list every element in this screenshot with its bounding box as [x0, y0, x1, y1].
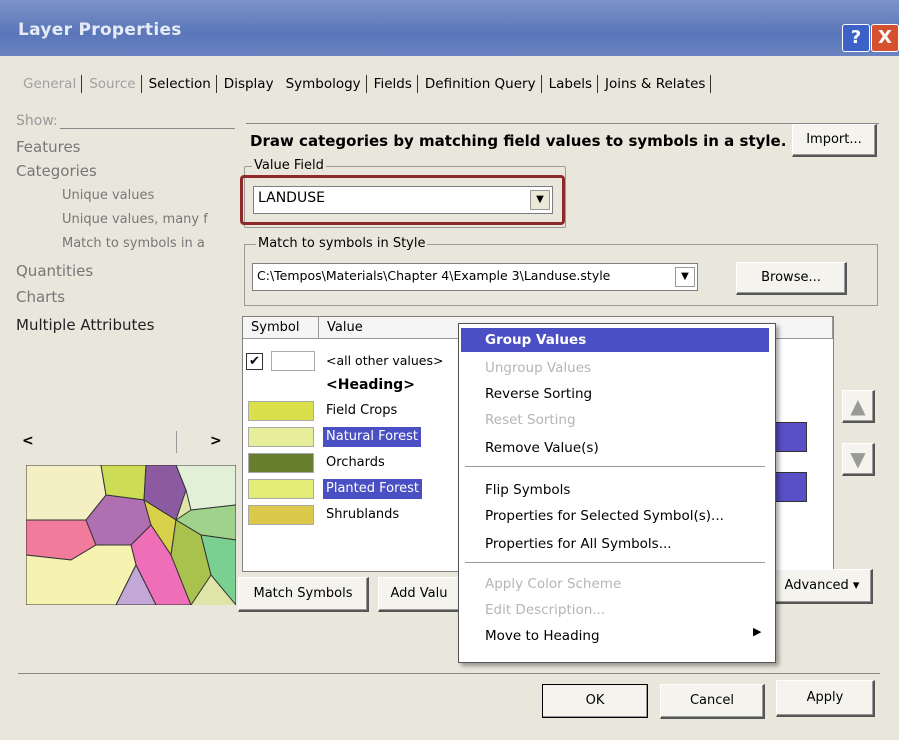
tab-display[interactable]: Display — [219, 75, 279, 93]
scroll-right-icon[interactable]: > — [210, 433, 222, 449]
menu-separator — [465, 466, 765, 467]
style-path-dropdown[interactable]: C:\Tempos\Materials\Chapter 4\Example 3\… — [252, 263, 698, 291]
show-quantities[interactable]: Quantities — [16, 262, 93, 280]
menu-item-properties-all[interactable]: Properties for All Symbols... — [485, 536, 672, 552]
tab-labels[interactable]: Labels — [544, 75, 599, 93]
symbol-swatch[interactable] — [271, 351, 315, 371]
show-horizontal-scrollbar[interactable]: < > — [20, 431, 230, 453]
value-cell[interactable]: Orchards — [323, 453, 388, 473]
show-features[interactable]: Features — [16, 138, 81, 156]
symbol-swatch[interactable] — [248, 427, 314, 447]
move-up-icon[interactable]: ▲ — [842, 390, 875, 423]
show-label: Show: — [16, 113, 58, 129]
symbol-swatch[interactable] — [248, 505, 314, 525]
show-categories[interactable]: Categories — [16, 162, 97, 180]
value-heading[interactable]: <Heading> — [323, 375, 418, 395]
tab-symbology[interactable]: Symbology — [281, 75, 367, 93]
menu-item-edit-description[interactable]: Edit Description... — [485, 602, 605, 618]
menu-separator — [465, 562, 765, 563]
tab-selection[interactable]: Selection — [144, 75, 217, 93]
all-other-values-checkbox[interactable]: ✔ — [246, 353, 263, 370]
import-button[interactable]: Import... — [792, 124, 877, 157]
tab-general[interactable]: General — [18, 75, 83, 93]
window-title: Layer Properties — [18, 20, 182, 40]
menu-item-properties-selected[interactable]: Properties for Selected Symbol(s)... — [485, 508, 724, 524]
value-cell-selected[interactable]: Planted Forest — [323, 479, 423, 499]
context-menu: Group Values Ungroup Values Reverse Sort… — [458, 323, 776, 663]
close-button[interactable]: X — [871, 24, 899, 52]
count-swatch — [775, 422, 807, 452]
symbology-preview-map — [26, 465, 236, 605]
menu-item-remove-values[interactable]: Remove Value(s) — [485, 440, 599, 456]
menu-item-reverse-sorting[interactable]: Reverse Sorting — [485, 386, 592, 402]
tab-bar: General Source Selection Display Symbology Fi… — [18, 75, 818, 103]
scroll-left-icon[interactable]: < — [22, 433, 34, 449]
heading-rule — [246, 123, 879, 124]
show-unique-values-many[interactable]: Unique values, many f — [62, 212, 208, 227]
value-cell[interactable]: Field Crops — [323, 401, 400, 421]
column-header-symbol[interactable]: Symbol — [243, 317, 319, 339]
value-cell-selected[interactable]: Natural Forest — [323, 427, 421, 447]
value-field-value: LANDUSE — [258, 190, 325, 206]
value-cell[interactable]: Shrublands — [323, 505, 402, 525]
symbology-heading: Draw categories by matching field values… — [250, 132, 787, 150]
symbol-swatch[interactable] — [248, 453, 314, 473]
cancel-button[interactable]: Cancel — [660, 684, 765, 719]
match-style-label: Match to symbols in Style — [256, 236, 428, 251]
footer-divider — [18, 673, 880, 674]
count-swatch — [775, 472, 807, 502]
show-divider — [60, 128, 235, 129]
tab-definition-query[interactable]: Definition Query — [420, 75, 542, 93]
menu-item-ungroup-values[interactable]: Ungroup Values — [485, 360, 591, 376]
browse-button[interactable]: Browse... — [736, 262, 847, 295]
menu-item-flip-symbols[interactable]: Flip Symbols — [485, 482, 570, 498]
menu-item-reset-sorting[interactable]: Reset Sorting — [485, 412, 576, 428]
value-cell[interactable]: <all other values> — [323, 351, 446, 371]
value-field-dropdown[interactable]: LANDUSE ▼ — [253, 186, 553, 214]
match-symbols-button[interactable]: Match Symbols — [238, 577, 369, 612]
symbol-swatch[interactable] — [248, 401, 314, 421]
tab-fields[interactable]: Fields — [369, 75, 418, 93]
ok-button[interactable]: OK — [542, 684, 648, 718]
chevron-down-icon: ▾ — [852, 578, 860, 593]
show-multiple-attributes[interactable]: Multiple Attributes — [16, 316, 154, 334]
tab-joins-relates[interactable]: Joins & Relates — [600, 75, 712, 93]
move-down-icon[interactable]: ▼ — [842, 443, 875, 476]
show-unique-values[interactable]: Unique values — [62, 188, 154, 203]
show-match-to-symbols[interactable]: Match to symbols in a — [62, 236, 205, 251]
menu-item-apply-color-scheme[interactable]: Apply Color Scheme — [485, 576, 621, 592]
advanced-button[interactable]: Advanced ▾ — [772, 569, 873, 604]
help-button[interactable]: ? — [842, 24, 870, 52]
chevron-down-icon[interactable]: ▼ — [675, 267, 695, 287]
menu-item-move-to-heading[interactable]: Move to Heading — [485, 628, 600, 644]
chevron-down-icon[interactable]: ▼ — [530, 190, 550, 210]
symbol-swatch[interactable] — [248, 479, 314, 499]
style-path-value: C:\Tempos\Materials\Chapter 4\Example 3\… — [257, 268, 611, 283]
value-field-label: Value Field — [252, 158, 326, 173]
tab-source[interactable]: Source — [84, 75, 142, 93]
advanced-label: Advanced — [784, 578, 849, 593]
apply-button[interactable]: Apply — [776, 680, 875, 717]
menu-item-group-values[interactable]: Group Values — [461, 328, 769, 352]
submenu-arrow-icon: ▶ — [753, 625, 762, 638]
add-values-button[interactable]: Add Valu — [378, 577, 461, 612]
show-charts[interactable]: Charts — [16, 288, 65, 306]
scroll-thumb-edge — [176, 431, 177, 453]
